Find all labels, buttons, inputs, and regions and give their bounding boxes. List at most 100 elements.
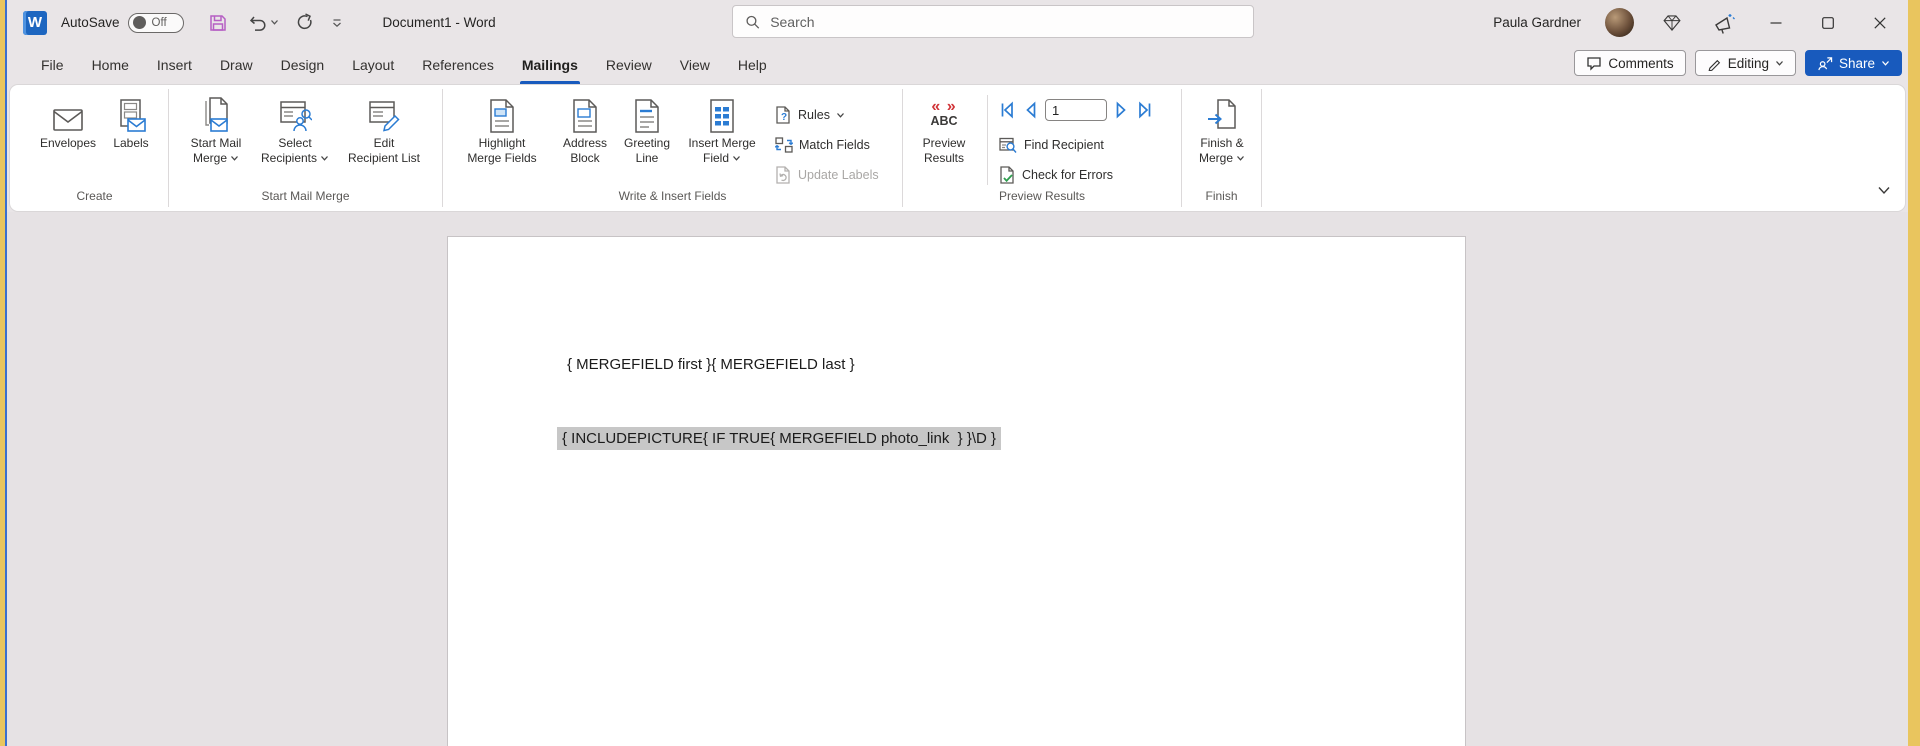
insert-merge-field-button[interactable]: Insert Merge Field xyxy=(679,95,765,166)
autosave-control[interactable]: AutoSave Off xyxy=(61,12,184,33)
redo-button[interactable] xyxy=(295,13,315,32)
tab-layout[interactable]: Layout xyxy=(338,45,408,84)
preview-results-button[interactable]: « » ABC Preview Results xyxy=(913,95,975,166)
word-window: W AutoSave Off Document1 - Word Search P… xyxy=(5,0,1908,746)
close-icon xyxy=(1874,16,1886,29)
document-page[interactable]: { MERGEFIELD first }{ MERGEFIELD last } … xyxy=(447,236,1466,746)
rules-chevron-icon xyxy=(836,112,844,118)
envelopes-button[interactable]: Envelopes xyxy=(37,95,99,151)
group-label-start-mail-merge: Start Mail Merge xyxy=(261,189,350,203)
group-inner-separator xyxy=(987,95,988,185)
user-name: Paula Gardner xyxy=(1493,15,1581,30)
greeting-line-icon xyxy=(635,99,659,133)
document-title: Document1 - Word xyxy=(382,15,496,30)
first-record-icon xyxy=(1001,101,1013,119)
highlight-merge-fields-icon xyxy=(490,99,514,133)
first-record-button[interactable] xyxy=(997,100,1017,120)
next-record-button[interactable] xyxy=(1111,100,1131,120)
previous-record-icon xyxy=(1026,101,1036,119)
match-fields-button[interactable]: Match Fields xyxy=(775,133,870,157)
tab-home[interactable]: Home xyxy=(78,45,143,84)
feedback-button[interactable] xyxy=(1710,9,1738,37)
rules-button[interactable]: ? Rules xyxy=(775,103,845,127)
undo-dropdown-chevron-icon xyxy=(270,20,278,25)
insert-merge-field-icon xyxy=(710,99,734,133)
undo-button[interactable] xyxy=(248,14,279,32)
check-for-errors-button[interactable]: Check for Errors xyxy=(999,163,1113,187)
undo-icon xyxy=(249,16,266,31)
find-recipient-icon xyxy=(999,137,1017,153)
autosave-label: AutoSave xyxy=(61,15,120,30)
ribbon-group-start-mail-merge: Start Mail Merge Select Recipients Edit … xyxy=(169,89,443,207)
quick-access-toolbar: W AutoSave Off Document1 - Word xyxy=(7,9,496,37)
labels-button[interactable]: Labels xyxy=(105,95,157,151)
redo-icon xyxy=(297,13,312,30)
tab-design[interactable]: Design xyxy=(267,45,339,84)
start-mail-merge-chevron-icon xyxy=(231,156,238,161)
premium-button[interactable] xyxy=(1658,9,1686,37)
greeting-line-button[interactable]: Greeting Line xyxy=(619,95,675,166)
highlight-merge-fields-button[interactable]: Highlight Merge Fields xyxy=(457,95,547,166)
select-recipients-button[interactable]: Select Recipients xyxy=(257,95,333,166)
customize-toolbar-chevron-icon xyxy=(332,18,341,27)
tab-review[interactable]: Review xyxy=(592,45,666,84)
rules-icon: ? xyxy=(776,106,790,124)
update-labels-button[interactable]: Update Labels xyxy=(775,163,879,187)
group-label-create: Create xyxy=(76,189,113,203)
ribbon-mailings: Envelopes Labels Create Start Mail Merge… xyxy=(9,84,1906,212)
pencil-icon xyxy=(1708,59,1720,71)
insert-merge-field-chevron-icon xyxy=(733,156,740,161)
collapse-ribbon-button[interactable] xyxy=(1877,186,1891,195)
tab-insert[interactable]: Insert xyxy=(143,45,206,84)
tab-draw[interactable]: Draw xyxy=(206,45,267,84)
merge-field-name-line[interactable]: { MERGEFIELD first }{ MERGEFIELD last } xyxy=(567,356,855,373)
update-labels-icon xyxy=(776,166,790,184)
find-recipient-button[interactable]: Find Recipient xyxy=(999,133,1104,157)
desktop-background: W AutoSave Off Document1 - Word Search P… xyxy=(0,0,1920,746)
check-for-errors-icon xyxy=(1000,166,1014,184)
autosave-toggle[interactable]: Off xyxy=(127,12,184,33)
tab-help[interactable]: Help xyxy=(724,45,781,84)
svg-text:?: ? xyxy=(781,112,787,123)
tab-mailings[interactable]: Mailings xyxy=(508,45,592,84)
close-button[interactable] xyxy=(1866,9,1894,37)
search-box[interactable] xyxy=(732,5,1254,38)
customize-toolbar-button[interactable] xyxy=(331,18,343,28)
address-block-icon xyxy=(573,99,597,133)
share-icon xyxy=(1818,56,1833,70)
document-canvas[interactable]: { MERGEFIELD first }{ MERGEFIELD last } … xyxy=(7,212,1908,746)
previous-record-button[interactable] xyxy=(1021,100,1041,120)
finish-merge-button[interactable]: Finish & Merge xyxy=(1190,95,1254,166)
start-mail-merge-button[interactable]: Start Mail Merge xyxy=(181,95,251,166)
last-record-button[interactable] xyxy=(1135,100,1155,120)
labels-icon xyxy=(120,99,146,132)
editing-mode-button[interactable]: Editing xyxy=(1694,50,1796,76)
diamond-icon xyxy=(1663,14,1681,31)
search-input[interactable] xyxy=(770,13,1241,30)
address-block-button[interactable]: Address Block xyxy=(555,95,615,166)
autosave-state: Off xyxy=(151,16,167,29)
preview-results-icon: « » xyxy=(931,98,957,115)
minimize-button[interactable] xyxy=(1762,9,1790,37)
maximize-button[interactable] xyxy=(1814,9,1842,37)
maximize-icon xyxy=(1822,16,1834,29)
record-number-input[interactable] xyxy=(1045,99,1107,121)
edit-recipient-list-button[interactable]: Edit Recipient List xyxy=(337,95,431,166)
finish-merge-icon xyxy=(1208,99,1236,129)
comments-button[interactable]: Comments xyxy=(1574,50,1686,76)
ribbon-group-preview-results: « » ABC Preview Results 1 Find Recipient… xyxy=(903,89,1182,207)
save-button[interactable] xyxy=(204,9,232,37)
merge-field-includepicture-line[interactable]: { INCLUDEPICTURE{ IF TRUE{ MERGEFIELD ph… xyxy=(557,427,1002,450)
tab-file[interactable]: File xyxy=(27,45,78,84)
user-avatar[interactable] xyxy=(1605,8,1634,37)
tab-view[interactable]: View xyxy=(666,45,724,84)
minimize-icon xyxy=(1770,21,1782,24)
ribbon-group-write-insert-fields: Highlight Merge Fields Address Block Gre… xyxy=(443,89,903,207)
collapse-ribbon-chevron-icon xyxy=(1878,187,1890,195)
editing-dropdown-chevron-icon xyxy=(1775,60,1783,66)
tab-references[interactable]: References xyxy=(408,45,508,84)
finish-merge-chevron-icon xyxy=(1237,156,1244,161)
word-logo-icon[interactable]: W xyxy=(23,10,47,35)
share-button[interactable]: Share xyxy=(1804,50,1902,76)
save-icon xyxy=(209,14,226,31)
